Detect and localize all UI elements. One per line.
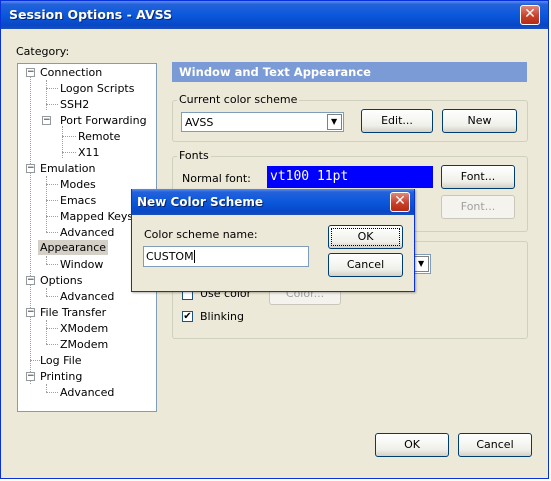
tree-line: [46, 384, 47, 392]
tree-item-printing-advanced[interactable]: Advanced: [60, 386, 114, 399]
tree-line: [46, 296, 58, 297]
collapse-icon[interactable]: −: [26, 164, 35, 173]
ok-button[interactable]: OK: [375, 433, 449, 457]
tree-item-xmodem[interactable]: XModem: [60, 322, 108, 335]
tree-item-emulation[interactable]: Emulation: [40, 162, 96, 175]
tree-line: [46, 288, 47, 296]
tree-line: [46, 344, 58, 345]
tree-item-x11[interactable]: X11: [78, 146, 100, 159]
tree-line: [46, 232, 58, 233]
narrow-font-button[interactable]: Font...: [441, 195, 515, 219]
tree-item-options-advanced[interactable]: Advanced: [60, 290, 114, 303]
tree-line: [30, 74, 31, 384]
tree-line: [46, 256, 47, 264]
collapse-icon[interactable]: −: [42, 116, 51, 125]
cancel-button[interactable]: Cancel: [458, 433, 532, 457]
tree-item-remote[interactable]: Remote: [78, 130, 120, 143]
tree-line: [46, 184, 58, 185]
tree-item-emacs[interactable]: Emacs: [60, 194, 96, 207]
panel-header: Window and Text Appearance: [172, 62, 527, 82]
window-title: Session Options - AVSS: [9, 7, 173, 22]
tree-line: [46, 264, 58, 265]
collapse-icon[interactable]: −: [26, 68, 35, 77]
tree-item-appearance[interactable]: Appearance: [38, 240, 109, 255]
color-scheme-name-label: Color scheme name:: [144, 228, 258, 241]
color-scheme-group-label: Current color scheme: [177, 93, 300, 106]
tree-item-file-transfer[interactable]: File Transfer: [40, 306, 106, 319]
collapse-icon[interactable]: −: [26, 308, 35, 317]
tree-line: [46, 80, 47, 110]
color-scheme-select[interactable]: AVSS ▼: [181, 112, 344, 132]
tree-item-emulation-advanced[interactable]: Advanced: [60, 226, 114, 239]
blinking-checkbox[interactable]: ✔: [182, 311, 193, 322]
tree-item-window[interactable]: Window: [60, 258, 103, 271]
tree-line: [62, 152, 76, 153]
tree-item-zmodem[interactable]: ZModem: [60, 338, 108, 351]
dialog-title-bar[interactable]: New Color Scheme ✕: [132, 189, 414, 215]
dialog-title: New Color Scheme: [137, 195, 264, 209]
collapse-icon[interactable]: −: [26, 276, 35, 285]
category-label: Category:: [16, 45, 70, 58]
new-color-scheme-dialog: New Color Scheme ✕ Color scheme name: CU…: [131, 189, 415, 292]
collapse-icon[interactable]: −: [26, 372, 35, 381]
tree-line: [46, 88, 58, 89]
font-button[interactable]: Font...: [441, 165, 515, 189]
dialog-close-icon[interactable]: ✕: [390, 192, 410, 212]
title-bar[interactable]: Session Options - AVSS ✕: [1, 1, 548, 29]
color-scheme-value: AVSS: [185, 116, 214, 129]
tree-item-printing[interactable]: Printing: [40, 370, 82, 383]
tree-line: [30, 360, 40, 361]
font-preview: vt100 11pt: [267, 166, 433, 188]
dropdown-button[interactable]: ▼: [414, 256, 429, 272]
edit-button[interactable]: Edit...: [361, 109, 433, 133]
close-icon[interactable]: ✕: [520, 5, 540, 25]
tree-line: [46, 104, 58, 105]
tree-line: [62, 136, 76, 137]
color-scheme-name-value: CUSTOM: [146, 250, 194, 263]
tree-item-modes[interactable]: Modes: [60, 178, 96, 191]
tree-line: [46, 392, 58, 393]
tree-line: [46, 320, 47, 344]
tree-item-ssh2[interactable]: SSH2: [60, 98, 89, 111]
tree-item-options[interactable]: Options: [40, 274, 82, 287]
tree-line: [62, 126, 63, 158]
fonts-group-label: Fonts: [177, 149, 211, 162]
blinking-label: Blinking: [200, 310, 245, 323]
normal-font-label: Normal font:: [182, 172, 251, 185]
dialog-cancel-button[interactable]: Cancel: [328, 253, 403, 277]
tree-line: [46, 200, 58, 201]
dropdown-button[interactable]: ▼: [327, 114, 342, 130]
chevron-down-icon: ▼: [331, 117, 338, 126]
text-cursor: [194, 250, 195, 263]
tree-line: [46, 216, 58, 217]
tree-item-mapped-keys[interactable]: Mapped Keys: [60, 210, 133, 223]
tree-line: [46, 328, 58, 329]
tree-item-log-file[interactable]: Log File: [40, 354, 82, 367]
tree-item-connection[interactable]: Connection: [40, 66, 102, 79]
dialog-ok-button[interactable]: OK: [328, 225, 403, 249]
color-scheme-name-input[interactable]: CUSTOM: [143, 246, 309, 267]
chevron-down-icon: ▼: [418, 259, 425, 268]
tree-item-logon-scripts[interactable]: Logon Scripts: [60, 82, 134, 95]
tree-item-port-forwarding[interactable]: Port Forwarding: [60, 114, 147, 127]
new-button[interactable]: New: [442, 109, 517, 133]
